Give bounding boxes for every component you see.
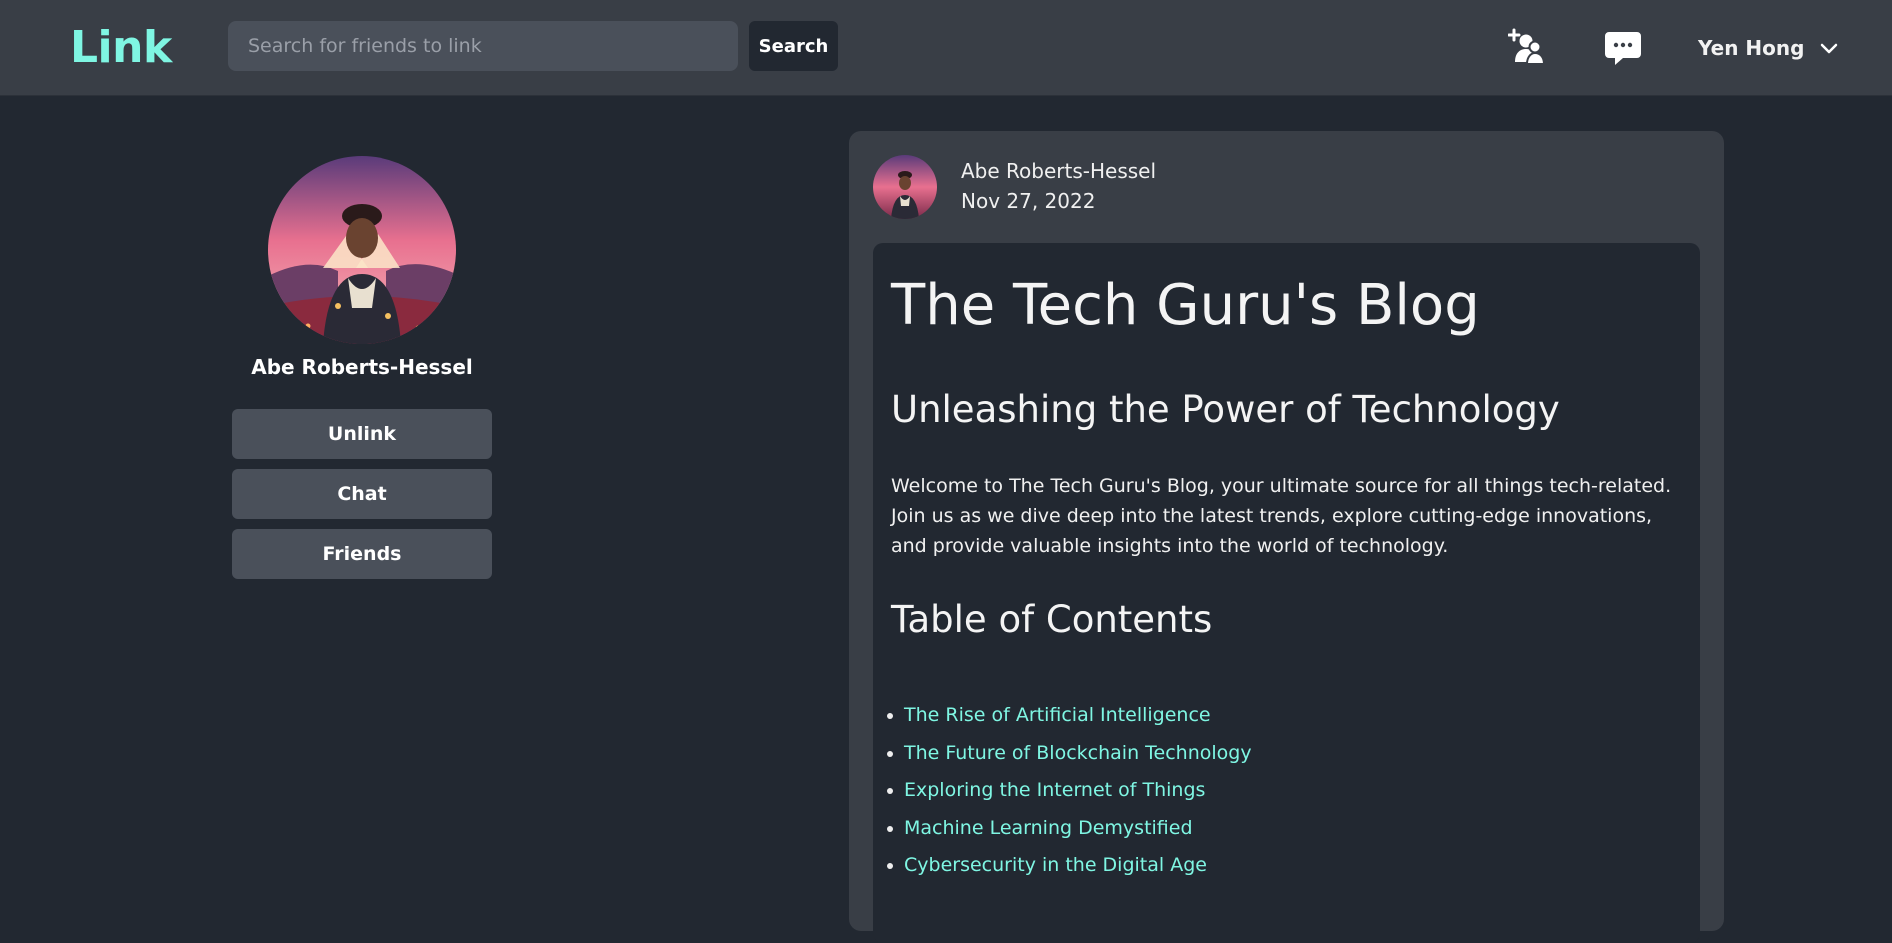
profile-avatar (268, 156, 456, 344)
toc-link[interactable]: Machine Learning Demystified (904, 817, 1193, 839)
chevron-down-icon (1821, 43, 1838, 54)
friends-button[interactable]: Friends (232, 529, 492, 579)
blog-subtitle: Unleashing the Power of Technology (891, 388, 1560, 431)
blog-title: The Tech Guru's Blog (891, 273, 1480, 338)
toc-item: Exploring the Internet of Things (887, 772, 1252, 810)
user-menu[interactable]: Yen Hong (1698, 28, 1840, 68)
toc-item: Cybersecurity in the Digital Age (887, 847, 1252, 885)
toc-link[interactable]: Cybersecurity in the Digital Age (904, 854, 1207, 876)
blog-intro: Welcome to The Tech Guru's Blog, your ul… (891, 475, 1672, 557)
chat-bubble-icon[interactable] (1603, 28, 1643, 68)
toc-link[interactable]: The Future of Blockchain Technology (904, 742, 1252, 764)
unlink-button[interactable]: Unlink (232, 409, 492, 459)
brand-logo[interactable]: Link (70, 18, 172, 78)
post-author-name[interactable]: Abe Roberts-Hessel (961, 159, 1156, 183)
top-navbar: Link Search Yen Hong (0, 0, 1892, 96)
add-friend-icon[interactable] (1508, 28, 1548, 68)
table-of-contents: The Rise of Artificial Intelligence The … (887, 697, 1252, 885)
user-name: Yen Hong (1698, 36, 1805, 60)
toc-item: The Future of Blockchain Technology (887, 735, 1252, 773)
toc-heading: Table of Contents (891, 598, 1213, 641)
chat-button[interactable]: Chat (232, 469, 492, 519)
post-card: Abe Roberts-Hessel Nov 27, 2022 The Tech… (849, 131, 1724, 943)
toc-item: The Rise of Artificial Intelligence (887, 697, 1252, 735)
profile-name: Abe Roberts-Hessel (251, 355, 473, 379)
search-button[interactable]: Search (749, 21, 838, 71)
post-author-avatar[interactable] (873, 155, 937, 219)
friend-search-input[interactable] (228, 21, 738, 71)
toc-link[interactable]: Exploring the Internet of Things (904, 779, 1205, 801)
post-content: The Tech Guru's Blog Unleashing the Powe… (873, 243, 1700, 943)
post-date: Nov 27, 2022 (961, 189, 1096, 213)
toc-link[interactable]: The Rise of Artificial Intelligence (904, 704, 1211, 726)
toc-item: Machine Learning Demystified (887, 810, 1252, 848)
